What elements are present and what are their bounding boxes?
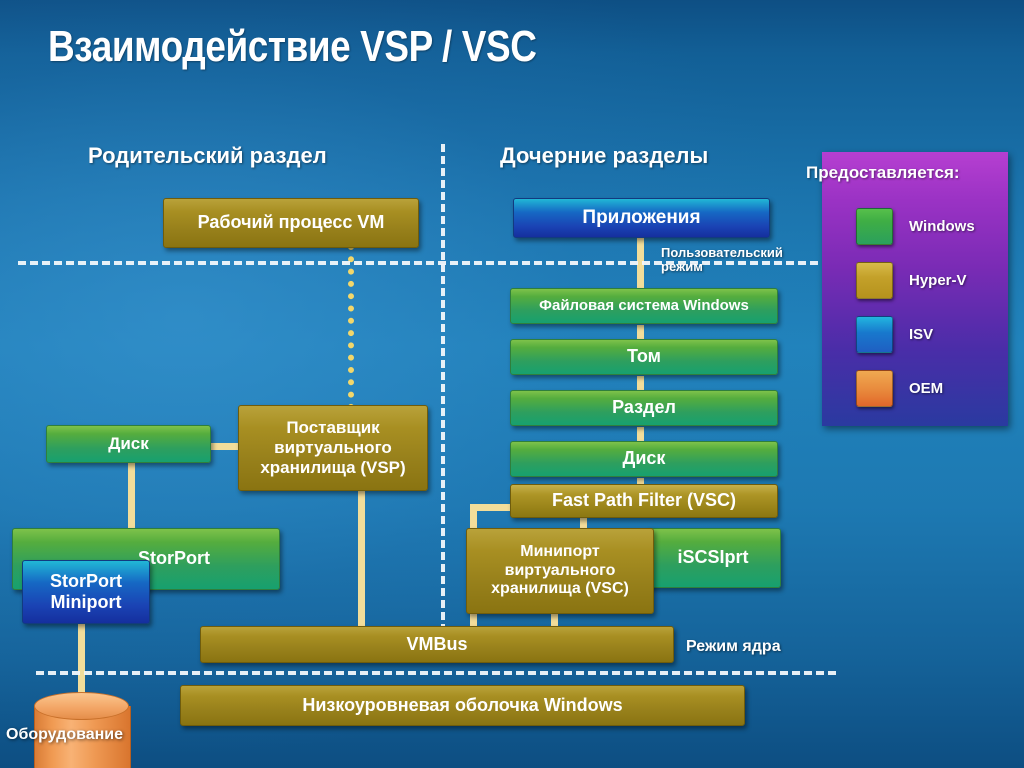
node-storport-miniport-label-line1: StorPort — [50, 570, 122, 591]
node-iscsiprt-label: iSCSIprt — [677, 547, 749, 568]
legend-swatch-oem-icon — [856, 370, 893, 407]
column-header-parent-partition: Родительский раздел — [88, 143, 327, 168]
node-vmbus[interactable]: VMBus — [200, 626, 674, 663]
node-hypervisor-label: Низкоуровневая оболочка Windows — [302, 694, 623, 715]
node-hypervisor[interactable]: Низкоуровневая оболочка Windows — [180, 685, 745, 726]
node-vsp[interactable]: Поставщик виртуального хранилища (VSP) — [238, 405, 428, 491]
separator-kernel-hardware — [36, 671, 836, 675]
node-disk-child[interactable]: Диск — [510, 441, 778, 477]
node-vm-worker-process[interactable]: Рабочий процесс VM — [163, 198, 419, 248]
cylinder-top — [34, 692, 129, 720]
legend-item-isv: ISV — [856, 316, 933, 353]
label-kernel-mode: Режим ядра — [686, 638, 781, 655]
node-partition[interactable]: Раздел — [510, 390, 778, 426]
legend-label-windows: Windows — [909, 218, 975, 235]
node-disk-child-label: Диск — [622, 448, 666, 469]
legend-label-hyperv: Hyper-V — [909, 272, 967, 289]
label-user-mode-line2: режим — [661, 259, 703, 274]
legend-item-oem: OEM — [856, 370, 943, 407]
legend-swatch-isv-icon — [856, 316, 893, 353]
node-fast-path-filter-label: Fast Path Filter (VSC) — [551, 490, 737, 511]
legend-title: Предоставляется: — [806, 163, 960, 182]
label-hardware: Оборудование — [6, 726, 124, 743]
page-title: Взаимодействие VSP / VSC — [48, 22, 537, 71]
legend-swatch-hyperv-icon — [856, 262, 893, 299]
node-disk-parent-label: Диск — [108, 433, 149, 453]
node-volume[interactable]: Том — [510, 339, 778, 375]
legend-swatch-windows-icon — [856, 208, 893, 245]
node-vsc-miniport-label-line1: Минипорт — [520, 542, 600, 560]
connector-vmworker-to-vsp — [348, 244, 354, 410]
node-vsp-label-line1: Поставщик — [286, 417, 380, 437]
slide-canvas: Взаимодействие VSP / VSC Родительский ра… — [0, 0, 1024, 768]
connector-vsp-to-vmbus — [358, 490, 365, 636]
node-applications[interactable]: Приложения — [513, 198, 770, 238]
node-file-system-label: Файловая система Windows — [539, 297, 749, 315]
legend-item-hyperv: Hyper-V — [856, 262, 967, 299]
legend-label-oem: OEM — [909, 380, 944, 397]
column-header-child-partitions: Дочерние разделы — [500, 143, 709, 168]
node-storport-miniport-label-line2: Miniport — [50, 592, 122, 612]
node-partition-label: Раздел — [612, 397, 676, 418]
node-vm-worker-process-label: Рабочий процесс VM — [197, 212, 385, 233]
node-vsc-miniport-label-line3: хранилища (VSC) — [491, 580, 629, 598]
node-vsp-label-line3: хранилища (VSP) — [260, 458, 406, 478]
node-applications-label: Приложения — [582, 206, 701, 228]
node-iscsiprt[interactable]: iSCSIprt — [645, 528, 781, 588]
legend-item-windows: Windows — [856, 208, 975, 245]
node-vmbus-label: VMBus — [406, 633, 468, 654]
node-storport-miniport[interactable]: StorPort Miniport — [22, 560, 150, 624]
node-volume-label: Том — [627, 346, 661, 367]
connector-storportminiport-to-hardware — [78, 622, 85, 694]
node-fast-path-filter[interactable]: Fast Path Filter (VSC) — [510, 484, 778, 518]
node-disk-parent[interactable]: Диск — [46, 425, 211, 463]
label-user-mode-line1: Пользовательский — [661, 245, 783, 260]
separator-parent-child-partitions — [441, 144, 445, 644]
node-vsc-miniport-label-line2: виртуального — [504, 561, 616, 579]
connector-disk-to-storport — [128, 458, 135, 532]
node-file-system[interactable]: Файловая система Windows — [510, 288, 778, 324]
legend-label-isv: ISV — [909, 326, 934, 343]
node-vsp-label-line2: виртуального — [274, 437, 392, 457]
node-vsc-miniport[interactable]: Минипорт виртуального хранилища (VSC) — [466, 528, 654, 614]
label-user-mode: Пользовательский режим — [661, 246, 783, 274]
